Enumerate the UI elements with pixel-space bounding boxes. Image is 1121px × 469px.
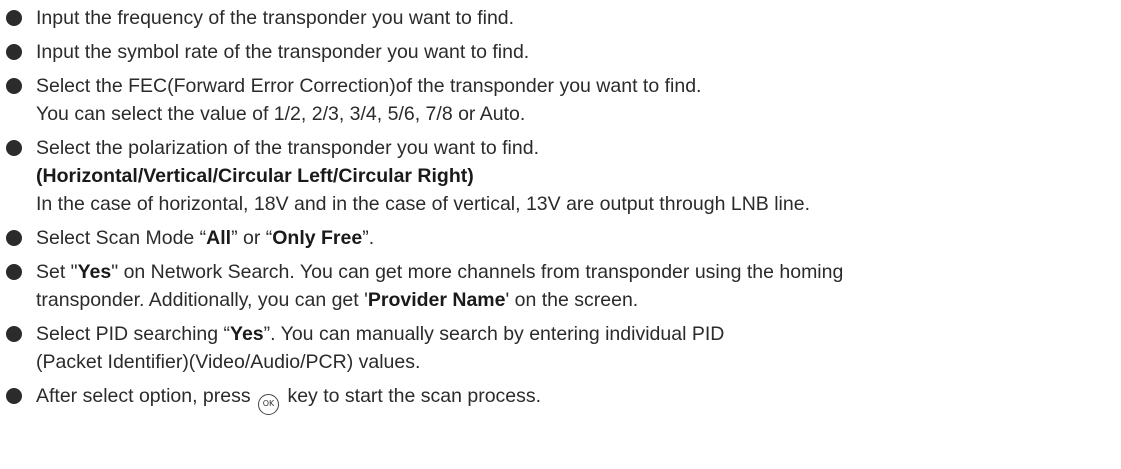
bullet-dot-icon (6, 44, 22, 60)
item-text-line1: Select PID searching “Yes”. You can manu… (36, 320, 1121, 348)
list-item-symbol-rate: Input the symbol rate of the transponder… (0, 38, 1121, 66)
text-segment: ” or “ (231, 227, 273, 249)
text-segment: Select PID searching “ (36, 323, 231, 345)
text-segment: Select Scan Mode “ (36, 227, 207, 249)
item-text: After select option, press OK key to sta… (36, 382, 1121, 415)
item-text: Select Scan Mode “All” or “Only Free”. (36, 224, 1121, 252)
text-segment: ”. (362, 227, 375, 249)
bullet-dot-icon (6, 326, 22, 342)
list-item-polarization: Select the polarization of the transpond… (0, 134, 1121, 218)
polarization-options: (Horizontal/Vertical/Circular Left/Circu… (36, 165, 474, 187)
item-text-line2: (Packet Identifier)(Video/Audio/PCR) val… (36, 351, 421, 373)
option-only-free: Only Free (272, 227, 363, 249)
instruction-page: Input the frequency of the transponder y… (0, 0, 1121, 469)
option-all: All (206, 227, 232, 249)
bullet-dot-icon (6, 78, 22, 94)
text-segment: After select option, press (36, 385, 251, 407)
item-text-line1: Select the FEC(Forward Error Correction)… (36, 75, 702, 97)
option-yes: Yes (230, 323, 264, 345)
text-segment: transponder. Additionally, you can get ' (36, 289, 368, 311)
item-text-line3: In the case of horizontal, 18V and in th… (36, 193, 810, 215)
bullet-dot-icon (6, 264, 22, 280)
ok-button-icon: OK (258, 394, 280, 415)
provider-name: Provider Name (367, 289, 506, 311)
text-segment: ”. You can manually search by entering i… (263, 323, 725, 345)
bullet-dot-icon (6, 388, 22, 404)
text-segment: key to start the scan process. (287, 385, 542, 407)
bullet-dot-icon (6, 230, 22, 246)
list-item-network-search: Set "Yes" on Network Search. You can get… (0, 258, 1121, 314)
polarization-options-line: (Horizontal/Vertical/Circular Left/Circu… (36, 162, 1121, 190)
text-segment: Set " (36, 261, 78, 283)
list-item-frequency: Input the frequency of the transponder y… (0, 4, 1121, 32)
item-text: Input the symbol rate of the transponder… (36, 41, 530, 63)
option-yes: Yes (77, 261, 112, 283)
item-text-line2: You can select the value of 1/2, 2/3, 3/… (36, 103, 526, 125)
list-item-fec: Select the FEC(Forward Error Correction)… (0, 72, 1121, 128)
item-text: Input the frequency of the transponder y… (36, 7, 515, 29)
list-item-scan-mode: Select Scan Mode “All” or “Only Free”. (0, 224, 1121, 252)
item-text-line2: transponder. Additionally, you can get '… (36, 286, 1121, 314)
instruction-list: Input the frequency of the transponder y… (0, 4, 1121, 415)
list-item-start-scan: After select option, press OK key to sta… (0, 382, 1121, 415)
bullet-dot-icon (6, 140, 22, 156)
item-text-line1: Set "Yes" on Network Search. You can get… (36, 258, 1121, 286)
list-item-pid-search: Select PID searching “Yes”. You can manu… (0, 320, 1121, 376)
item-text-line1: Select the polarization of the transpond… (36, 137, 539, 159)
text-segment: ' on the screen. (505, 289, 639, 311)
bullet-dot-icon (6, 10, 22, 26)
text-segment: " on Network Search. You can get more ch… (111, 261, 844, 283)
